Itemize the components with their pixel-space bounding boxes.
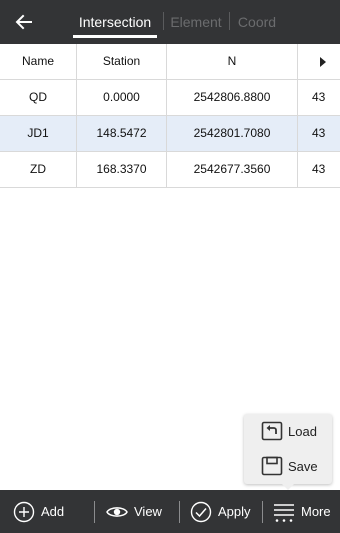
table-header-row: Name Station N <box>0 44 340 80</box>
apply-button-label: Apply <box>218 504 251 519</box>
cell-e: 43 <box>312 162 326 176</box>
save-icon <box>261 456 283 476</box>
top-bar: Intersection Element Coord <box>0 0 340 44</box>
cell-station: 0.0000 <box>77 80 167 115</box>
cell-e: 43 <box>312 126 326 140</box>
table-row[interactable]: QD 0.0000 2542806.8800 43 <box>0 80 340 116</box>
toolbar-divider <box>262 501 263 523</box>
toolbar-divider <box>179 501 180 523</box>
column-header-n: N <box>167 44 298 79</box>
add-button-label: Add <box>41 504 65 519</box>
table-row[interactable]: ZD 168.3370 2542677.3560 43 <box>0 152 340 188</box>
more-button-label: More <box>301 504 331 519</box>
cell-name: QD <box>0 80 77 115</box>
more-button[interactable]: More <box>272 490 331 533</box>
eye-icon <box>106 506 128 517</box>
cell-name: ZD <box>0 152 77 187</box>
cell-e: 43 <box>312 90 326 104</box>
cell-station: 168.3370 <box>77 152 167 187</box>
column-header-name: Name <box>0 44 77 79</box>
check-circle-icon <box>190 501 212 522</box>
menu-item-load[interactable]: Load <box>244 414 332 449</box>
cell-n: 2542806.8800 <box>167 80 298 115</box>
cell-name: JD1 <box>0 116 77 151</box>
table-row[interactable]: JD1 148.5472 2542801.7080 43 <box>0 116 340 152</box>
active-tab-indicator <box>73 35 157 38</box>
tab-coord[interactable]: Coord <box>232 0 282 44</box>
tab-element[interactable]: Element <box>165 0 227 44</box>
plus-circle-icon <box>13 501 35 522</box>
arrow-left-icon <box>15 14 32 30</box>
intersection-table: Name Station N QD 0.0000 2542806.8800 43… <box>0 44 340 188</box>
more-icon <box>274 503 294 522</box>
tab-divider <box>229 12 230 30</box>
menu-item-save[interactable]: Save <box>244 449 332 484</box>
view-button[interactable]: View <box>105 490 162 533</box>
menu-item-label: Save <box>288 459 318 474</box>
cell-n: 2542677.3560 <box>167 152 298 187</box>
arrow-right-icon <box>320 56 326 67</box>
menu-item-label: Load <box>288 424 317 439</box>
more-popup-menu: Load Save <box>244 414 332 484</box>
view-button-label: View <box>134 504 162 519</box>
apply-button[interactable]: Apply <box>189 490 251 533</box>
cell-station: 148.5472 <box>77 116 167 151</box>
scroll-right-button[interactable] <box>298 44 340 79</box>
toolbar-divider <box>94 501 95 523</box>
column-header-station: Station <box>77 44 167 79</box>
add-button[interactable]: Add <box>12 490 64 533</box>
back-button[interactable] <box>6 4 42 40</box>
bottom-toolbar: Add View Apply More <box>0 490 340 533</box>
cell-n: 2542801.7080 <box>167 116 298 151</box>
load-icon <box>261 421 283 441</box>
tab-divider <box>163 12 164 30</box>
